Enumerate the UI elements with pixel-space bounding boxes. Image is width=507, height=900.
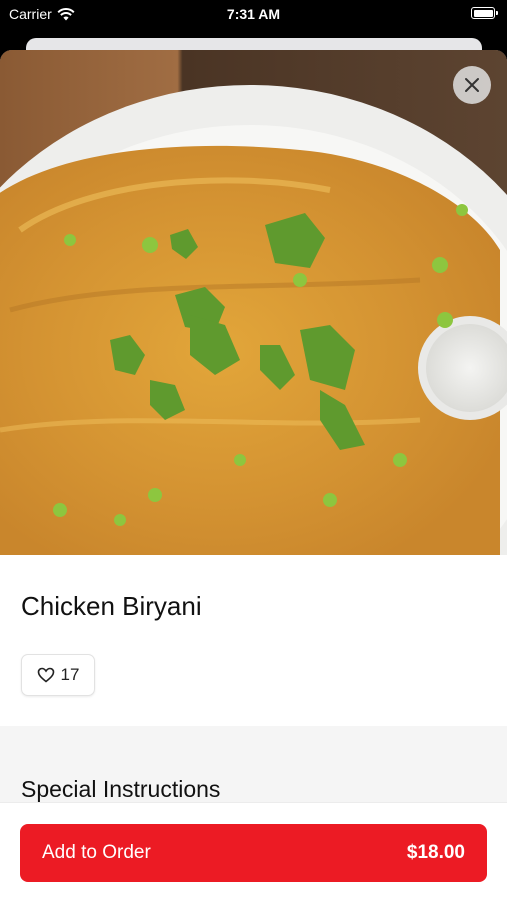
status-time: 7:31 AM bbox=[226, 6, 281, 22]
heart-icon bbox=[37, 667, 54, 683]
like-count: 17 bbox=[60, 665, 80, 684]
close-button[interactable] bbox=[453, 66, 491, 104]
add-to-order-label: Add to Order bbox=[42, 842, 151, 863]
add-to-order-button[interactable]: Add to Order $18.00 bbox=[20, 824, 487, 882]
item-detail-sheet: Chicken Biryani 17 Special Instructions … bbox=[0, 50, 507, 900]
order-footer: Add to Order $18.00 bbox=[0, 802, 507, 900]
item-title: Chicken Biryani bbox=[21, 591, 202, 621]
battery-icon bbox=[471, 7, 498, 19]
close-icon bbox=[465, 78, 479, 92]
screen: Carrier 7:31 AM Chicken Biryani 17 Speci… bbox=[0, 0, 507, 900]
like-button[interactable]: 17 bbox=[21, 654, 95, 696]
biryani-illustration bbox=[0, 50, 507, 555]
item-photo bbox=[0, 50, 507, 555]
status-bar: Carrier 7:31 AM bbox=[0, 0, 507, 28]
order-price: $18.00 bbox=[406, 842, 465, 863]
special-instructions-heading: Special Instructions bbox=[21, 776, 221, 802]
